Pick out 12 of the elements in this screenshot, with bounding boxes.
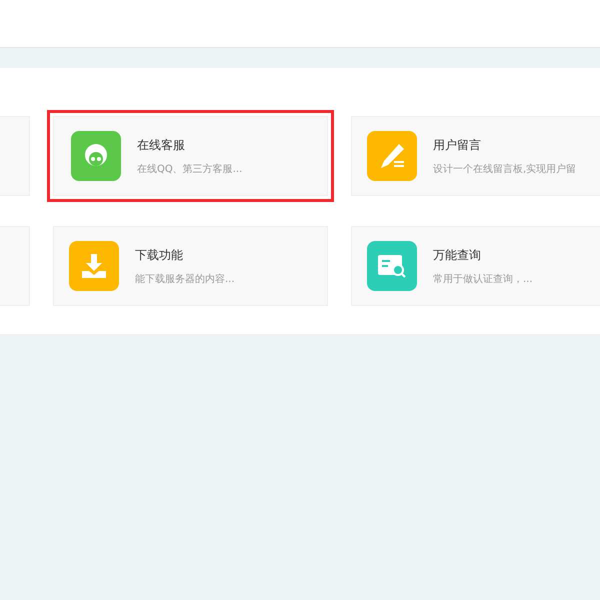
feature-card[interactable]: 在线客服 在线QQ、第三方客服... — [47, 110, 334, 202]
card-description: 在线QQ、第三方客服... — [137, 162, 242, 176]
card-description: 能下载服务器的内容... — [135, 272, 235, 286]
card-title: 用户留言 — [433, 136, 482, 154]
feature-card[interactable]: 万能查询 常用于做认证查询，... — [351, 226, 600, 306]
card-title: 万能查询 — [433, 246, 482, 264]
card-description: 设计一个在线留言板,实现用户留 — [433, 162, 576, 176]
card-description: 常用于做认证查询，... — [433, 272, 533, 286]
feature-card[interactable]: 用户留言 设计一个在线留言板,实现用户留 — [351, 116, 600, 196]
feature-card[interactable]: 下载功能 能下载服务器的内容... — [53, 226, 328, 306]
card-title: 下载功能 — [135, 246, 184, 264]
card-title: 在线客服 — [137, 136, 186, 154]
